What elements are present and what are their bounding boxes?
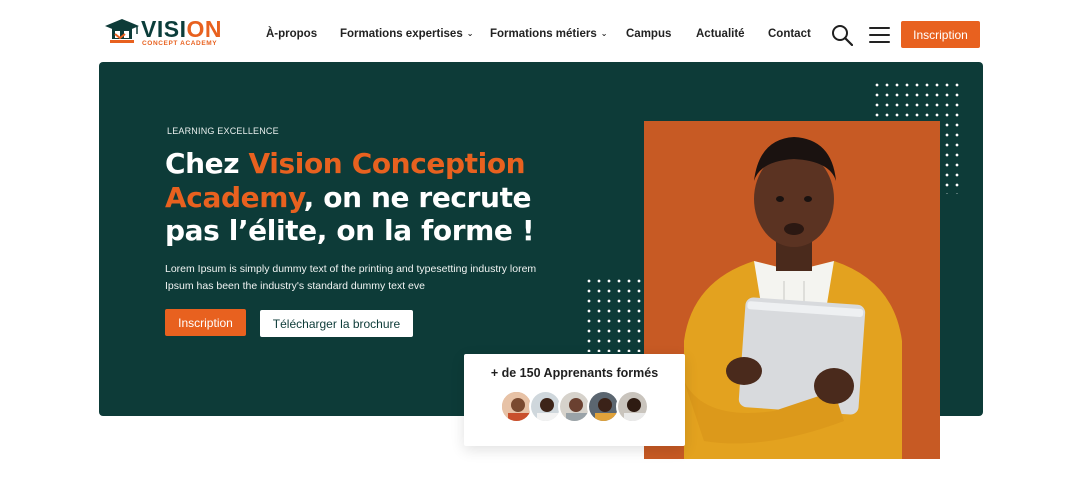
nav-item-contact[interactable]: Contact [768, 28, 811, 40]
hero-description: Lorem Ipsum is simply dummy text of the … [165, 263, 537, 292]
nav-item-formations-expertises[interactable]: Formations expertises ⌄ [340, 28, 473, 40]
hero-eyebrow: LEARNING EXCELLENCE [167, 126, 279, 136]
nav-item-actualite[interactable]: Actualité [696, 28, 745, 40]
student-photo [644, 121, 940, 459]
graduation-cap-logo-icon [105, 19, 139, 43]
logo-subtitle: CONCEPT ACADEMY [142, 40, 218, 47]
site-header: VISION CONCEPT ACADEMY À-propos Formatio… [0, 0, 1080, 62]
hero-inscription-button[interactable]: Inscription [165, 309, 246, 336]
learners-count-text: + de 150 Apprenants formés [490, 366, 659, 380]
download-brochure-button[interactable]: Télécharger la brochure [260, 310, 413, 337]
nav-item-formations-metiers[interactable]: Formations métiers ⌄ [490, 28, 607, 40]
logo[interactable]: VISION CONCEPT ACADEMY [103, 16, 221, 50]
hamburger-icon[interactable] [869, 27, 890, 43]
nav-item-a-propos[interactable]: À-propos [266, 28, 317, 40]
chevron-down-icon: ⌄ [466, 29, 474, 38]
logo-wordmark: VISION [141, 16, 222, 42]
nav-item-campus[interactable]: Campus [626, 28, 671, 40]
learners-stats-card: + de 150 Apprenants formés [464, 354, 685, 446]
chevron-down-icon: ⌄ [600, 29, 608, 38]
header-inscription-button[interactable]: Inscription [901, 21, 980, 48]
hero-headline: Chez Vision Conception Academy, on ne re… [165, 147, 535, 247]
avatar [616, 390, 649, 423]
search-icon[interactable] [831, 24, 853, 46]
student-illustration [644, 121, 940, 459]
